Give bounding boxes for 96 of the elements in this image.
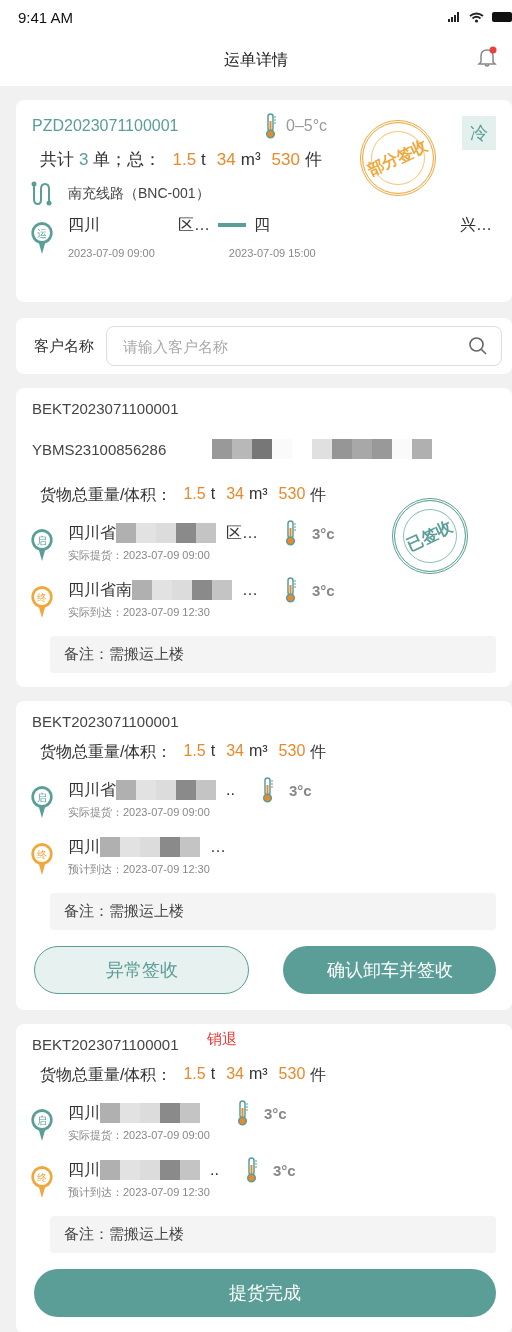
cargo-measure-text: 530 bbox=[278, 1065, 306, 1084]
departure-time: 2023-07-09 09:00 bbox=[68, 247, 155, 259]
arrival-time: 2023-07-09 15:00 bbox=[228, 247, 316, 259]
route-name: 南充线路（BNC-001） bbox=[68, 185, 210, 203]
pin-label: 终 bbox=[37, 1172, 47, 1183]
thermometer-icon bbox=[244, 1157, 259, 1183]
temperature-range: 0–5°c bbox=[286, 117, 328, 135]
cargo-measure-text: t bbox=[210, 1065, 216, 1084]
address-text: 区… bbox=[226, 522, 258, 543]
temperature-reading: 3°c bbox=[288, 781, 312, 799]
thermometer-icon bbox=[284, 577, 298, 603]
address-text: 四川 bbox=[68, 1159, 100, 1180]
tracking-number: YBMS23100856286 bbox=[32, 440, 167, 458]
cargo-measure-text: m³ bbox=[248, 1065, 268, 1084]
cargo-measure-text: 1.5 bbox=[183, 1065, 206, 1084]
totals-text: 1.5 bbox=[172, 149, 197, 170]
address-text: 四川 bbox=[68, 836, 100, 857]
origin-address: 四川 bbox=[68, 214, 100, 235]
totals-text: m³ bbox=[240, 149, 261, 170]
cargo-measure-text: m³ bbox=[248, 485, 268, 504]
totals-text: 件 bbox=[304, 149, 322, 171]
pin-label: 终 bbox=[37, 592, 47, 603]
cargo-measure-text: t bbox=[210, 485, 216, 504]
exception-sign-button[interactable]: 异常签收 bbox=[34, 946, 249, 994]
totals-text: 共计 bbox=[40, 149, 74, 171]
order-number: BEKT2023071100001 bbox=[32, 1036, 179, 1053]
confirm-button[interactable]: 提货完成 bbox=[34, 1269, 496, 1317]
status-time: 9:41 AM bbox=[18, 8, 74, 26]
cargo-measure-text: 货物总重量/体积： bbox=[40, 1065, 173, 1085]
address-text: 四川省南 bbox=[68, 579, 132, 600]
totals-text: 3 bbox=[79, 149, 89, 170]
address-text: .. bbox=[226, 781, 235, 799]
destination-address: 兴… bbox=[460, 214, 492, 235]
cargo-measure-text: 件 bbox=[310, 485, 327, 505]
order-note: 备注：需搬运上楼 bbox=[50, 636, 496, 673]
stop-time: 实际到达：2023-07-09 12:30 bbox=[68, 605, 211, 620]
address-text: … bbox=[210, 838, 226, 856]
cargo-measure-text: 34 bbox=[226, 1065, 244, 1084]
stop-time: 预计到达：2023-07-09 12:30 bbox=[68, 1185, 211, 1200]
stop-time: 预计到达：2023-07-09 12:30 bbox=[68, 862, 211, 877]
page-title: 运单详情 bbox=[224, 49, 288, 70]
confirm-button[interactable]: 确认卸车并签收 bbox=[283, 946, 496, 994]
temperature-reading: 3°c bbox=[312, 581, 335, 599]
pin-label: 启 bbox=[37, 792, 47, 803]
address-text: … bbox=[242, 581, 258, 599]
totals-text: t bbox=[201, 149, 206, 170]
order-number: BEKT2023071100001 bbox=[32, 713, 179, 730]
order-note: 备注：需搬运上楼 bbox=[50, 1216, 496, 1253]
cargo-measure-text: 货物总重量/体积： bbox=[40, 742, 173, 762]
order-note: 备注：需搬运上楼 bbox=[50, 893, 496, 930]
search-label: 客户名称 bbox=[34, 336, 94, 356]
notification-bell-icon[interactable] bbox=[476, 46, 498, 68]
waybill-number: PZD2023071100001 bbox=[32, 117, 180, 135]
pin-label: 启 bbox=[37, 1115, 47, 1126]
pin-label: 终 bbox=[37, 849, 47, 860]
thermometer-icon bbox=[284, 520, 298, 546]
temperature-reading: 3°c bbox=[272, 1161, 296, 1179]
cargo-measure-text: 530 bbox=[278, 485, 306, 504]
cargo-measure-text: 1.5 bbox=[183, 485, 206, 504]
address-text: 四川省 bbox=[68, 779, 116, 800]
cargo-measure-text: t bbox=[210, 742, 216, 761]
totals-text: 530 bbox=[271, 149, 300, 170]
cargo-measure-text: 34 bbox=[226, 485, 244, 504]
order-number: BEKT2023071100001 bbox=[32, 400, 179, 417]
cargo-measure-text: 件 bbox=[310, 742, 327, 762]
pin-label: 运 bbox=[37, 228, 47, 239]
thermometer-icon bbox=[264, 113, 278, 139]
cargo-measure-text: 件 bbox=[310, 1065, 327, 1085]
search-icon[interactable] bbox=[468, 336, 488, 356]
temperature-reading: 3°c bbox=[264, 1104, 287, 1122]
destination-address: 四 bbox=[254, 214, 270, 235]
stop-time: 实际提货：2023-07-09 09:00 bbox=[68, 1128, 211, 1143]
address-text: .. bbox=[210, 1161, 219, 1179]
cargo-measure-text: m³ bbox=[248, 742, 268, 761]
temperature-reading: 3°c bbox=[312, 524, 335, 542]
cargo-measure-text: 34 bbox=[226, 742, 244, 761]
cold-chain-tag: 冷 bbox=[462, 116, 496, 150]
stop-time: 实际提货：2023-07-09 09:00 bbox=[68, 805, 211, 820]
customer-search-field[interactable]: 请输入客户名称 bbox=[106, 326, 502, 366]
signal-icon bbox=[448, 12, 461, 22]
totals-text: 单；总： bbox=[93, 149, 162, 171]
cargo-measure-text: 1.5 bbox=[183, 742, 206, 761]
thermometer-icon bbox=[260, 777, 275, 803]
totals-text: 34 bbox=[216, 149, 236, 170]
battery-icon bbox=[492, 12, 512, 22]
pin-label: 启 bbox=[37, 535, 47, 546]
wifi-icon bbox=[469, 11, 484, 23]
cargo-measure-text: 货物总重量/体积： bbox=[40, 485, 173, 505]
address-text: 四川省 bbox=[68, 522, 116, 543]
thermometer-icon bbox=[236, 1100, 250, 1126]
cargo-measure-text: 530 bbox=[278, 742, 306, 761]
route-dash bbox=[218, 223, 246, 227]
stop-time: 实际提货：2023-07-09 09:00 bbox=[68, 548, 211, 563]
return-status-tag: 销退 bbox=[206, 1030, 237, 1049]
address-text: 四川 bbox=[68, 1102, 100, 1123]
origin-address: 区… bbox=[178, 214, 210, 235]
